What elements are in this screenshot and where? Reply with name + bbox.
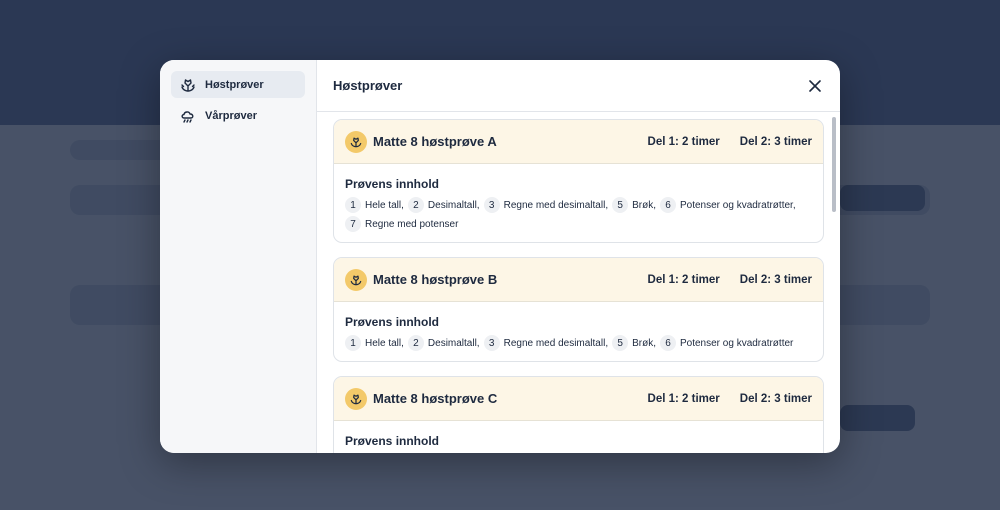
topic-label: Brøk,	[632, 199, 656, 211]
exam-card[interactable]: Matte 8 høstprøve A Del 1: 2 timer Del 2…	[333, 119, 824, 243]
topic-label: Potenser og kvadratrøtter,	[679, 199, 796, 211]
exam-title: Matte 8 høstprøve C	[373, 391, 498, 406]
part2-duration: Del 2: 3 timer	[739, 135, 812, 148]
exam-card-header: Matte 8 høstprøve B Del 1: 2 timer Del 2…	[334, 258, 823, 302]
autumn-leaf-icon	[179, 76, 197, 94]
part1-duration: Del 1: 2 timer	[647, 392, 720, 405]
sidebar-item-label: Høstprøver	[205, 78, 264, 91]
exam-card-body: Prøvens innhold	[334, 421, 823, 453]
content-heading: Prøvens innhold	[345, 177, 440, 191]
sidebar-item-varprover[interactable]: Vårprøver	[171, 102, 305, 129]
close-icon	[809, 79, 821, 92]
part2-duration: Del 2: 3 timer	[739, 273, 812, 286]
scrollbar-thumb[interactable]	[832, 117, 836, 212]
part1-duration: Del 1: 2 timer	[647, 273, 720, 286]
topic-label: Regne med potenser	[365, 218, 459, 230]
topic-number: 3	[483, 335, 500, 351]
modal-title: Høstprøver	[333, 78, 403, 93]
topic-item: 5 Brøk,	[612, 335, 656, 351]
topic-number: 6	[659, 197, 676, 213]
topic-number: 5	[612, 197, 629, 213]
exam-title: Matte 8 høstprøve A	[373, 134, 497, 149]
exam-card[interactable]: Matte 8 høstprøve C Del 1: 2 timer Del 2…	[333, 376, 824, 453]
modal-main: Høstprøver Matte 8 høstprøve A Del 1: 2 …	[317, 60, 840, 453]
exam-title: Matte 8 høstprøve B	[373, 272, 498, 287]
topic-item: 1 Hele tall,	[345, 197, 404, 213]
topic-label: Hele tall,	[365, 199, 404, 211]
topic-number: 7	[345, 216, 361, 232]
exam-card[interactable]: Matte 8 høstprøve B Del 1: 2 timer Del 2…	[333, 257, 824, 362]
topic-label: Regne med desimaltall,	[503, 199, 609, 211]
topic-label: Desimaltall,	[427, 199, 480, 211]
topic-number: 6	[659, 335, 676, 351]
exam-card-header: Matte 8 høstprøve C Del 1: 2 timer Del 2…	[334, 377, 823, 421]
exam-modal: Høstprøver Vårprøver Høstprøver Matte 8 …	[160, 60, 840, 453]
topic-item: 1 Hele tall,	[345, 335, 404, 351]
topic-item: 5 Brøk,	[612, 197, 656, 213]
content-heading: Prøvens innhold	[345, 315, 440, 329]
topic-label: Potenser og kvadratrøtter	[679, 337, 794, 349]
content-heading: Prøvens innhold	[345, 434, 440, 448]
topic-item: 3 Regne med desimaltall,	[483, 335, 609, 351]
topic-number: 2	[407, 335, 424, 351]
topic-number: 2	[407, 197, 424, 213]
topic-item: 2 Desimaltall,	[407, 335, 480, 351]
topic-label: Brøk,	[632, 337, 656, 349]
topic-item: 2 Desimaltall,	[407, 197, 480, 213]
exam-card-body: Prøvens innhold 1 Hele tall, 2 Desimaltall…	[334, 164, 823, 242]
topic-number: 1	[345, 335, 361, 351]
topic-list: 1 Hele tall, 2 Desimaltall, 3 Regne med des…	[345, 335, 812, 351]
topic-item: 7 Regne med potenser	[345, 216, 458, 232]
sidebar-item-label: Vårprøver	[205, 109, 257, 122]
topic-number: 5	[612, 335, 629, 351]
autumn-leaf-icon	[345, 387, 367, 410]
sidebar-item-hostprover[interactable]: Høstprøver	[171, 71, 305, 98]
topic-label: Regne med desimaltall,	[503, 337, 609, 349]
topic-label: Desimaltall,	[427, 337, 480, 349]
topic-label: Hele tall,	[365, 337, 404, 349]
topic-list: 1 Hele tall, 2 Desimaltall, 3 Regne med des…	[345, 197, 812, 232]
modal-header: Høstprøver	[317, 60, 840, 112]
exam-card-body: Prøvens innhold 1 Hele tall, 2 Desimaltall…	[334, 302, 823, 361]
close-button[interactable]	[806, 77, 824, 95]
topic-number: 1	[345, 197, 361, 213]
modal-sidebar: Høstprøver Vårprøver	[160, 60, 317, 453]
topic-item: 6 Potenser og kvadratrøtter,	[659, 197, 796, 213]
autumn-leaf-icon	[345, 268, 367, 291]
topic-item: 6 Potenser og kvadratrøtter	[659, 335, 794, 351]
topic-number: 3	[483, 197, 500, 213]
part2-duration: Del 2: 3 timer	[739, 392, 812, 405]
exam-list[interactable]: Matte 8 høstprøve A Del 1: 2 timer Del 2…	[317, 113, 840, 453]
part1-duration: Del 1: 2 timer	[647, 135, 720, 148]
topic-item: 3 Regne med desimaltall,	[483, 197, 609, 213]
autumn-leaf-icon	[345, 130, 367, 153]
rain-cloud-icon	[179, 107, 197, 125]
exam-card-header: Matte 8 høstprøve A Del 1: 2 timer Del 2…	[334, 120, 823, 164]
